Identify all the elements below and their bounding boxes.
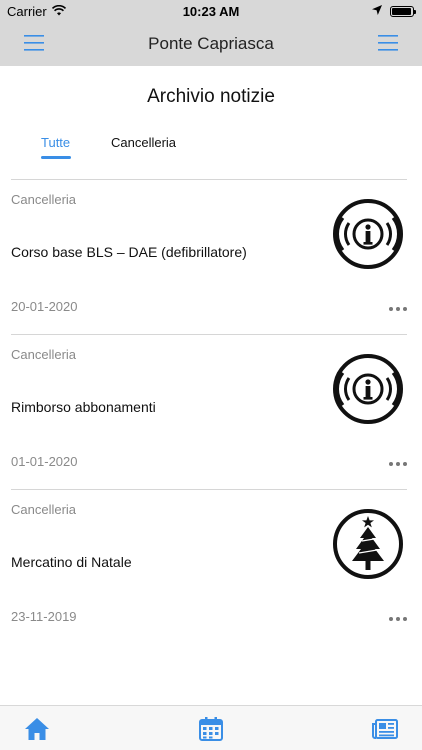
- news-date: 20-01-2020: [11, 299, 78, 314]
- news-item[interactable]: Cancelleria Rimborso abbonamenti 01-01-2…: [0, 335, 422, 490]
- news-date: 01-01-2020: [11, 454, 78, 469]
- info-icon: [333, 354, 403, 424]
- status-bar: Carrier 10:23 AM: [0, 0, 422, 22]
- navigation-bar: Ponte Capriasca: [0, 22, 422, 66]
- page-title: Archivio notizie: [147, 86, 275, 107]
- christmas-tree-icon: [333, 509, 403, 579]
- news-title[interactable]: Corso base BLS – DAE (defibrillatore): [11, 244, 247, 260]
- location-arrow-icon: [372, 5, 382, 15]
- info-icon: [333, 199, 403, 269]
- more-options-icon[interactable]: [388, 306, 408, 312]
- active-tab-indicator: [41, 156, 71, 159]
- battery-icon: [390, 6, 416, 17]
- clock: 10:23 AM: [182, 4, 240, 19]
- newspaper-icon[interactable]: [372, 716, 398, 742]
- news-category: Cancelleria: [11, 347, 77, 362]
- news-date: 23-11-2019: [11, 609, 77, 624]
- app-title: Ponte Capriasca: [148, 34, 274, 53]
- tab-cancelleria[interactable]: Cancelleria: [111, 135, 176, 150]
- more-options-icon[interactable]: [388, 461, 408, 467]
- more-options-icon[interactable]: [388, 616, 408, 622]
- battery-level: [392, 8, 411, 15]
- home-icon[interactable]: [24, 716, 50, 742]
- news-item[interactable]: Cancelleria Mercatino di Natale 23-11-20…: [0, 490, 422, 645]
- tab-all[interactable]: Tutte: [41, 135, 70, 150]
- news-title[interactable]: Rimborso abbonamenti: [11, 399, 156, 415]
- news-category: Cancelleria: [11, 502, 77, 517]
- news-title[interactable]: Mercatino di Natale: [11, 554, 132, 570]
- news-item[interactable]: Cancelleria Corso base BLS – DAE (defibr…: [0, 180, 422, 335]
- menu-right-icon[interactable]: [378, 34, 398, 52]
- news-category: Cancelleria: [11, 192, 77, 207]
- calendar-icon[interactable]: [198, 716, 224, 742]
- bottom-tab-bar: [0, 705, 422, 750]
